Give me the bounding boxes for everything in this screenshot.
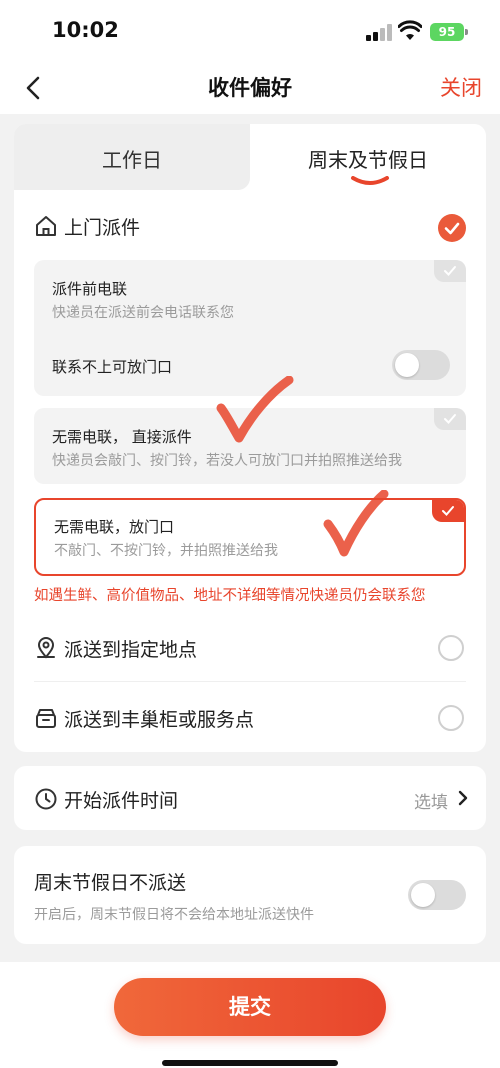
- locker-icon: [36, 709, 56, 728]
- option-desc: 快递员会敲门、按门铃，若没人可放门口并拍照推送给我: [52, 453, 402, 469]
- wifi-icon: [398, 20, 422, 40]
- check-icon: [444, 414, 456, 424]
- check-icon: [444, 266, 456, 276]
- page-title: 收件偏好: [208, 76, 292, 100]
- contact-warning: 如遇生鲜、高价值物品、地址不详细等情况快递员仍会联系您: [34, 588, 426, 604]
- locker-label: 派送到丰巢柜或服务点: [64, 709, 255, 731]
- clock-icon: [35, 788, 57, 810]
- tab-workday[interactable]: 工作日: [14, 124, 250, 190]
- option-desc: 快递员在派送前会电话联系您: [52, 305, 234, 321]
- weekend-title: 周末节假日不派送: [34, 872, 187, 894]
- option-title: 无需电联，放门口: [54, 518, 175, 536]
- locker-radio[interactable]: [438, 705, 464, 731]
- leave-at-door-toggle[interactable]: [392, 350, 450, 380]
- annotation-check-mark: [323, 490, 389, 557]
- status-time: 10:02: [52, 18, 119, 42]
- location-pin-icon: [37, 637, 55, 659]
- designated-location-label: 派送到指定地点: [64, 639, 198, 661]
- chevron-right-icon: [458, 790, 468, 806]
- designated-location-radio[interactable]: [438, 635, 464, 661]
- close-button[interactable]: 关闭: [440, 72, 482, 102]
- status-bar: 10:02 95: [0, 0, 500, 64]
- nav-bar: 收件偏好 关闭: [0, 64, 500, 114]
- option-corner-tag: [434, 408, 466, 430]
- leave-at-door-toggle-label: 联系不上可放门口: [52, 358, 173, 376]
- door-delivery-label: 上门派件: [64, 217, 141, 239]
- divider: [34, 681, 466, 682]
- active-tab-indicator: [351, 176, 389, 185]
- home-indicator: [162, 1060, 338, 1066]
- tab-workday-label: 工作日: [102, 148, 162, 172]
- start-time-label: 开始派件时间: [64, 790, 179, 812]
- home-icon: [36, 216, 56, 236]
- signal-icon: [366, 23, 392, 41]
- option-title: 派件前电联: [52, 280, 128, 298]
- weekend-no-delivery-toggle[interactable]: [408, 880, 466, 910]
- battery-indicator: 95: [430, 23, 468, 41]
- option-desc: 不敲门、不按门铃，并拍照推送给我: [54, 543, 278, 559]
- weekend-no-delivery-card: 周末节假日不派送 开启后，周末节假日将不会给本地址派送快件: [14, 846, 486, 944]
- check-icon: [444, 222, 460, 235]
- submit-button[interactable]: 提交: [114, 978, 386, 1036]
- annotation-check-mark: [216, 376, 294, 443]
- day-type-tabs: 工作日 周末及节假日: [14, 124, 486, 190]
- bottom-bar: 提交: [0, 962, 500, 1068]
- option-corner-tag: [432, 500, 464, 522]
- option-title: 无需电联， 直接派件: [52, 428, 192, 446]
- weekend-desc: 开启后，周末节假日将不会给本地址派送快件: [34, 907, 314, 923]
- option-no-call-leave-at-door[interactable]: 无需电联，放门口 不敲门、不按门铃，并拍照推送给我: [34, 498, 466, 576]
- start-time-value: 选填: [414, 793, 448, 813]
- tab-weekend-holiday[interactable]: 周末及节假日: [250, 124, 486, 190]
- tab-weekend-holiday-label: 周末及节假日: [308, 148, 428, 172]
- check-icon: [442, 506, 454, 516]
- door-delivery-check[interactable]: [438, 214, 466, 242]
- start-time-row[interactable]: 开始派件时间 选填: [14, 766, 486, 830]
- option-corner-tag: [434, 260, 466, 282]
